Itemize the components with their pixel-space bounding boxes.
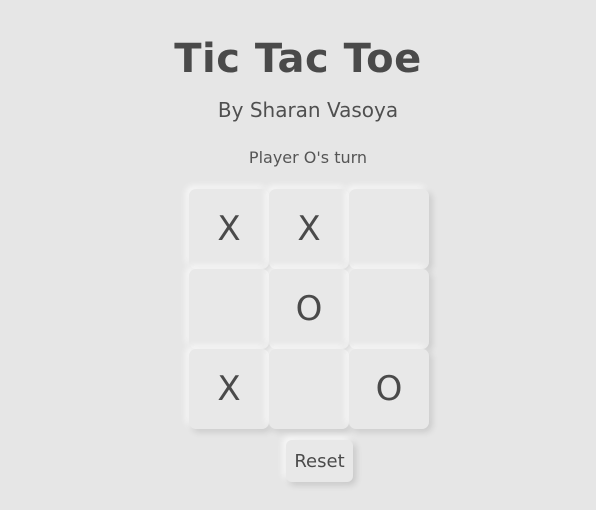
game-board: X X O X O <box>189 189 429 429</box>
board-cell-8[interactable] <box>269 349 349 429</box>
board-cell-6[interactable] <box>349 269 429 349</box>
board-cell-1[interactable]: X <box>189 189 269 269</box>
board-cell-3[interactable] <box>349 189 429 269</box>
author-subtitle: By Sharan Vasoya <box>217 98 399 122</box>
game-title: Tic Tac Toe <box>174 36 422 82</box>
board-cell-5[interactable]: O <box>269 269 349 349</box>
reset-button[interactable]: Reset <box>286 440 353 482</box>
board-cell-7[interactable]: X <box>189 349 269 429</box>
board-cell-9[interactable]: O <box>349 349 429 429</box>
turn-status: Player O's turn <box>248 148 368 167</box>
board-cell-4[interactable] <box>189 269 269 349</box>
board-cell-2[interactable]: X <box>269 189 349 269</box>
